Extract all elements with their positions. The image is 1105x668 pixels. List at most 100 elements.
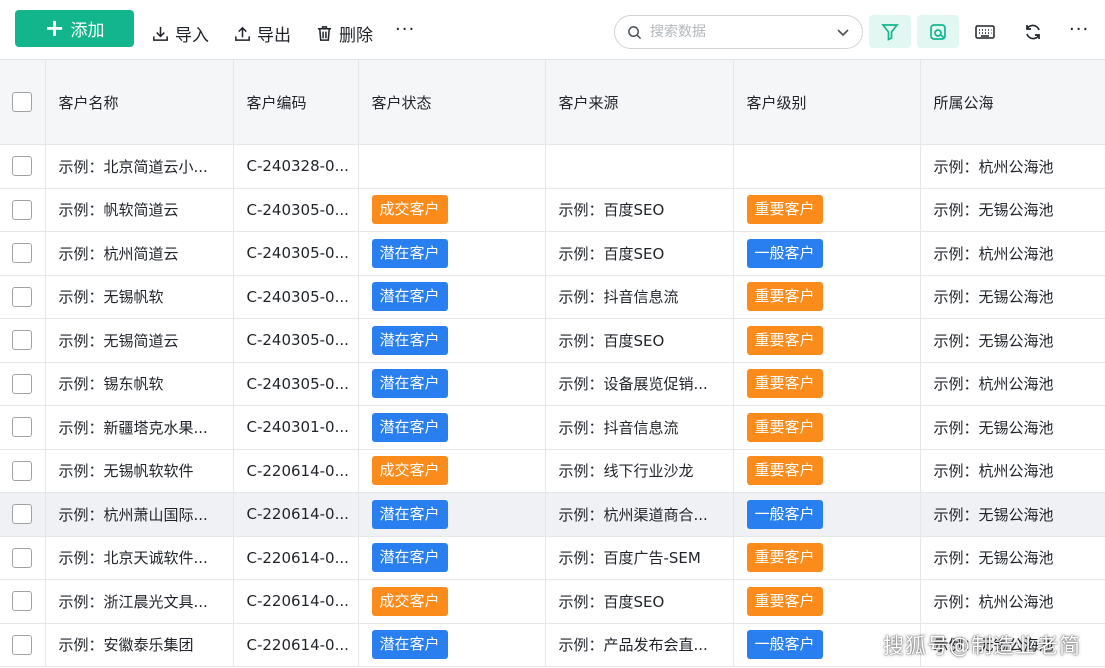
customer-level-cell[interactable]: 重要客户 [733, 318, 921, 363]
customer-code-cell[interactable]: C-220614-0... [233, 449, 359, 493]
customer-pool-cell[interactable]: 示例：杭州公海池 [920, 449, 1105, 493]
customer-status-cell[interactable]: 成交客户 [358, 188, 546, 232]
table-row[interactable]: 示例：浙江晨光文具... C-220614-0... 成交客户 示例：百度SEO 重要客… [0, 579, 1105, 624]
row-checkbox[interactable] [12, 460, 33, 481]
customer-level-cell[interactable]: 重要客户 [733, 449, 921, 493]
customer-status-cell[interactable]: 潜在客户 [358, 275, 546, 319]
table-row[interactable]: 示例：无锡简道云 C-240305-0... 潜在客户 示例：百度SEO 重要客户 示例：… [0, 318, 1105, 363]
customer-pool-cell[interactable]: 示例：杭州公海池 [920, 144, 1105, 189]
row-checkbox[interactable] [12, 199, 33, 220]
table-row[interactable]: 示例：北京简道云小... C-240328-0... 示例：杭州公海池 [0, 144, 1105, 189]
delete-button[interactable]: 删除 [315, 20, 373, 46]
customer-source-cell[interactable]: 示例：产品发布会直... [545, 623, 734, 667]
customer-name-cell[interactable]: 示例：安徽泰乐集团 [45, 623, 234, 667]
customer-source-cell[interactable] [545, 144, 734, 189]
customer-code-cell[interactable]: C-240301-0... [233, 405, 359, 450]
table-row[interactable]: 示例：新疆塔克水果... C-240301-0... 潜在客户 示例：抖音信息流 重要客… [0, 405, 1105, 450]
customer-name-cell[interactable]: 示例：帆软简道云 [45, 188, 234, 232]
customer-status-cell[interactable]: 潜在客户 [358, 536, 546, 580]
column-header-code[interactable]: 客户编码 [233, 59, 359, 145]
customer-name-cell[interactable]: 示例：浙江晨光文具... [45, 579, 234, 624]
customer-status-cell[interactable]: 潜在客户 [358, 623, 546, 667]
table-row[interactable]: 示例：杭州萧山国际... C-220614-0... 潜在客户 示例：杭州渠道商合..… [0, 492, 1105, 537]
customer-source-cell[interactable]: 示例：百度SEO [545, 318, 734, 363]
customer-status-cell[interactable]: 潜在客户 [358, 362, 546, 406]
customer-name-cell[interactable]: 示例：新疆塔克水果... [45, 405, 234, 450]
customer-code-cell[interactable]: C-220614-0... [233, 623, 359, 667]
row-checkbox[interactable] [12, 286, 33, 307]
customer-status-cell[interactable]: 成交客户 [358, 449, 546, 493]
keyboard-button[interactable] [964, 15, 1006, 48]
customer-name-cell[interactable]: 示例：北京天诚软件... [45, 536, 234, 580]
customer-code-cell[interactable]: C-240328-0... [233, 144, 359, 189]
import-button[interactable]: 导入 [151, 20, 209, 46]
customer-pool-cell[interactable]: 示例：杭州公海池 [920, 231, 1105, 276]
customer-level-cell[interactable]: 一般客户 [733, 492, 921, 537]
column-header-source[interactable]: 客户来源 [545, 59, 734, 145]
customer-code-cell[interactable]: C-240305-0... [233, 188, 359, 232]
row-checkbox[interactable] [12, 591, 33, 612]
customer-pool-cell[interactable]: 示例：无锡公海池 [920, 536, 1105, 580]
customer-name-cell[interactable]: 示例：无锡简道云 [45, 318, 234, 363]
customer-status-cell[interactable]: 潜在客户 [358, 318, 546, 363]
customer-level-cell[interactable]: 重要客户 [733, 188, 921, 232]
row-checkbox[interactable] [12, 156, 33, 177]
customer-code-cell[interactable]: C-240305-0... [233, 231, 359, 276]
customer-source-cell[interactable]: 示例：杭州渠道商合... [545, 492, 734, 537]
row-checkbox[interactable] [12, 330, 33, 351]
filter-button[interactable] [869, 15, 911, 48]
customer-source-cell[interactable]: 示例：百度广告-SEM [545, 536, 734, 580]
customer-status-cell[interactable]: 潜在客户 [358, 405, 546, 450]
customer-pool-cell[interactable]: 示例：杭州公海池 [920, 579, 1105, 624]
customer-level-cell[interactable]: 重要客户 [733, 275, 921, 319]
select-all-checkbox[interactable] [12, 92, 33, 112]
table-row[interactable]: 示例：杭州简道云 C-240305-0... 潜在客户 示例：百度SEO 一般客户 示例：… [0, 231, 1105, 276]
customer-level-cell[interactable]: 重要客户 [733, 536, 921, 580]
table-row[interactable]: 示例：无锡帆软软件 C-220614-0... 成交客户 示例：线下行业沙龙 重要客户 示… [0, 449, 1105, 493]
table-row[interactable]: 示例：帆软简道云 C-240305-0... 成交客户 示例：百度SEO 重要客户 示例：… [0, 188, 1105, 232]
chevron-down-icon[interactable] [836, 25, 850, 39]
customer-level-cell[interactable]: 重要客户 [733, 579, 921, 624]
add-button[interactable]: + 添加 [15, 10, 134, 47]
customer-level-cell[interactable]: 重要客户 [733, 362, 921, 406]
search-input[interactable] [650, 24, 830, 40]
row-checkbox[interactable] [12, 547, 33, 568]
customer-code-cell[interactable]: C-220614-0... [233, 579, 359, 624]
customer-pool-cell[interactable]: 示例：杭州公海池 [920, 362, 1105, 406]
customer-pool-cell[interactable]: 示例：无锡公海池 [920, 492, 1105, 537]
customer-pool-cell[interactable]: 示例：无锡公海池 [920, 188, 1105, 232]
right-more-button[interactable]: ··· [1069, 19, 1089, 40]
customer-source-cell[interactable]: 示例：百度SEO [545, 231, 734, 276]
customer-name-cell[interactable]: 示例：无锡帆软软件 [45, 449, 234, 493]
customer-code-cell[interactable]: C-240305-0... [233, 318, 359, 363]
customer-pool-cell[interactable]: 示例：无锡公海池 [920, 275, 1105, 319]
view-button[interactable] [917, 15, 959, 48]
customer-status-cell[interactable]: 潜在客户 [358, 231, 546, 276]
customer-status-cell[interactable]: 潜在客户 [358, 492, 546, 537]
row-checkbox[interactable] [12, 504, 33, 525]
customer-name-cell[interactable]: 示例：锡东帆软 [45, 362, 234, 406]
customer-code-cell[interactable]: C-220614-0... [233, 536, 359, 580]
table-row[interactable]: 示例：无锡帆软 C-240305-0... 潜在客户 示例：抖音信息流 重要客户 示例：无… [0, 275, 1105, 319]
column-header-level[interactable]: 客户级别 [733, 59, 921, 145]
customer-source-cell[interactable]: 示例：抖音信息流 [545, 275, 734, 319]
customer-name-cell[interactable]: 示例：无锡帆软 [45, 275, 234, 319]
customer-code-cell[interactable]: C-240305-0... [233, 275, 359, 319]
customer-source-cell[interactable]: 示例：抖音信息流 [545, 405, 734, 450]
customer-pool-cell[interactable]: 示例：无锡公海池 [920, 318, 1105, 363]
row-checkbox[interactable] [12, 634, 33, 655]
table-row[interactable]: 示例：锡东帆软 C-240305-0... 潜在客户 示例：设备展览促销... 重要客户… [0, 362, 1105, 406]
column-header-name[interactable]: 客户名称 [45, 59, 234, 145]
customer-source-cell[interactable]: 示例：设备展览促销... [545, 362, 734, 406]
customer-pool-cell[interactable]: 示例：无锡公海池 [920, 405, 1105, 450]
customer-name-cell[interactable]: 示例：北京简道云小... [45, 144, 234, 189]
customer-code-cell[interactable]: C-220614-0... [233, 492, 359, 537]
table-row[interactable]: 示例：北京天诚软件... C-220614-0... 潜在客户 示例：百度广告-SEM… [0, 536, 1105, 580]
customer-name-cell[interactable]: 示例：杭州萧山国际... [45, 492, 234, 537]
customer-status-cell[interactable]: 成交客户 [358, 579, 546, 624]
row-checkbox[interactable] [12, 373, 33, 394]
row-checkbox[interactable] [12, 417, 33, 438]
customer-level-cell[interactable]: 重要客户 [733, 405, 921, 450]
customer-code-cell[interactable]: C-240305-0... [233, 362, 359, 406]
customer-status-cell[interactable] [358, 144, 546, 189]
